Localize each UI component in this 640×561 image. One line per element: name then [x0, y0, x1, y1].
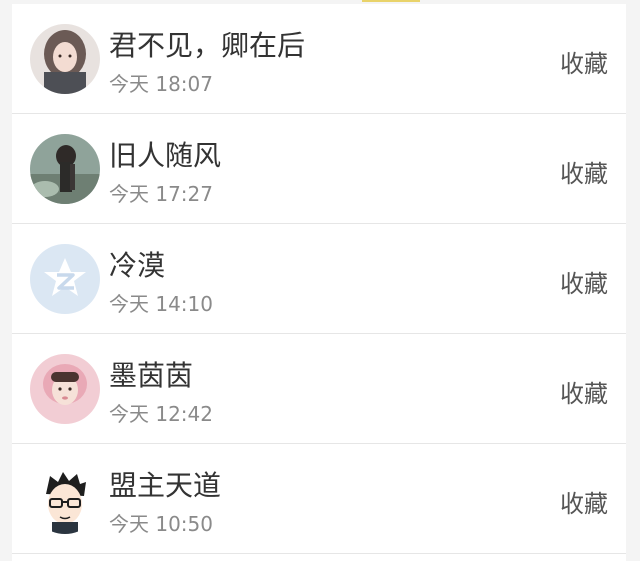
avatar-photo-girl-pink-icon[interactable]: [30, 354, 100, 424]
item-time: 今天 17:27: [109, 182, 213, 206]
favorite-button[interactable]: 收藏: [560, 484, 608, 519]
avatar-photo-woman-icon[interactable]: [30, 24, 100, 94]
item-name: 盟主天道: [109, 469, 222, 502]
item-name: 冷漠: [109, 249, 166, 282]
avatar-photo-landscape-icon[interactable]: [30, 134, 100, 204]
list-item[interactable]: 墨茵茵 今天 12:42 收藏: [12, 334, 626, 444]
item-name: 墨茵茵: [109, 359, 194, 392]
avatar-cartoon-glasses-icon[interactable]: [30, 464, 100, 534]
visitor-list: 君不见，卿在后 今天 18:07 收藏 旧人随风 今天 17:27 收藏 冷漠 …: [12, 4, 626, 561]
favorite-button[interactable]: 收藏: [560, 154, 608, 189]
item-name: 君不见，卿在后: [109, 29, 306, 62]
item-time: 今天 18:07: [109, 72, 213, 96]
list-item[interactable]: 君不见，卿在后 今天 18:07 收藏: [12, 4, 626, 114]
item-time: 今天 14:10: [109, 292, 213, 316]
list-item[interactable]: 旧人随风 今天 17:27 收藏: [12, 114, 626, 224]
favorite-button[interactable]: 收藏: [560, 264, 608, 299]
item-name: 旧人随风: [109, 139, 222, 172]
item-time: 今天 10:50: [109, 512, 213, 536]
list-item[interactable]: 冷漠 今天 14:10 收藏: [12, 224, 626, 334]
favorite-button[interactable]: 收藏: [560, 44, 608, 79]
tab-indicator: [362, 0, 420, 2]
default-qzone-avatar-icon[interactable]: [30, 244, 100, 314]
list-item[interactable]: 盟主天道 今天 10:50 收藏: [12, 444, 626, 554]
item-time: 今天 12:42: [109, 402, 213, 426]
favorite-button[interactable]: 收藏: [560, 374, 608, 409]
